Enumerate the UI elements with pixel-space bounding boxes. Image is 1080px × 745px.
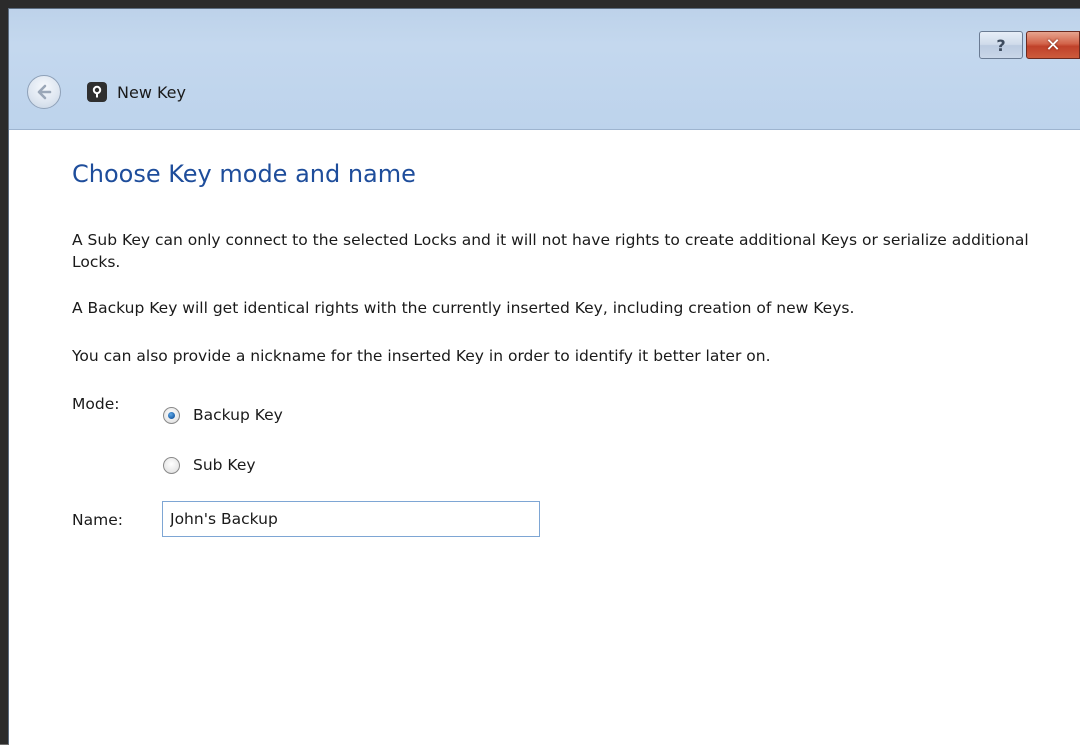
radio-sub-key[interactable]: Sub Key (163, 456, 256, 474)
radio-label-sub-key[interactable]: Sub Key (193, 456, 256, 474)
new-key-dialog: ? ✕ New Key Choose Key mode and name A S… (8, 8, 1080, 745)
radio-backup-key[interactable]: Backup Key (163, 406, 283, 424)
radio-button-selected[interactable] (163, 406, 180, 424)
back-arrow-icon (37, 84, 52, 100)
backup-key-description: A Backup Key will get identical rights w… (72, 299, 855, 317)
page-heading: Choose Key mode and name (72, 160, 416, 188)
wizard-header: New Key (27, 75, 186, 109)
close-icon: ✕ (1045, 34, 1061, 56)
close-button[interactable]: ✕ (1026, 31, 1080, 59)
wizard-title: New Key (117, 82, 186, 102)
sub-key-description: A Sub Key can only connect to the select… (72, 231, 1029, 271)
nickname-description: You can also provide a nickname for the … (72, 347, 771, 365)
name-label: Name: (72, 511, 123, 529)
name-input[interactable] (162, 501, 540, 537)
key-icon (87, 82, 107, 102)
titlebar: ? ✕ New Key (9, 9, 1080, 129)
back-button[interactable] (27, 75, 61, 109)
mode-label: Mode: (72, 395, 120, 413)
wizard-content: Choose Key mode and name A Sub Key can o… (9, 129, 1080, 745)
help-icon: ? (996, 35, 1006, 55)
radio-dot (168, 411, 175, 419)
help-button[interactable]: ? (979, 31, 1023, 59)
radio-label-backup-key[interactable]: Backup Key (193, 406, 283, 424)
radio-button-unselected[interactable] (163, 456, 180, 474)
window-controls: ? ✕ (979, 31, 1080, 59)
